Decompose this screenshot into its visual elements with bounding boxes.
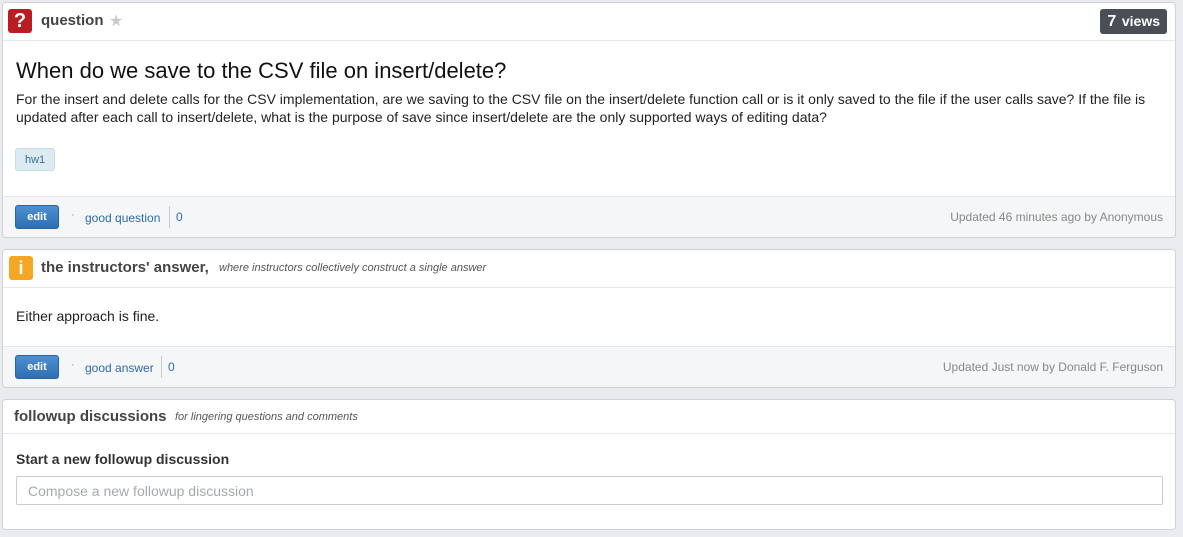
good-answer-count: 0	[161, 356, 175, 378]
question-header-label: question	[41, 12, 104, 29]
answer-subtitle: where instructors collectively construct…	[219, 262, 487, 274]
question-header: ? question ★ 7 views	[3, 3, 1175, 41]
followup-card: followup discussions for lingering quest…	[2, 399, 1176, 530]
followup-subtitle: for lingering questions and comments	[175, 411, 358, 423]
good-question-count: 0	[169, 206, 183, 228]
compose-followup-input[interactable]	[16, 476, 1163, 505]
answer-body: Either approach is fine.	[16, 308, 160, 324]
question-updated-text: Updated 46 minutes ago by Anonymous	[950, 210, 1163, 224]
good-answer-link[interactable]: good answer	[85, 361, 154, 375]
edit-answer-button[interactable]: edit	[15, 355, 59, 379]
answer-footer: edit · good answer 0 Updated Just now by…	[3, 346, 1175, 387]
info-icon: i	[9, 256, 33, 280]
answer-title: the instructors' answer,	[41, 259, 209, 276]
instructors-answer-card: i the instructors' answer, where instruc…	[2, 249, 1176, 388]
start-followup-label: Start a new followup discussion	[16, 451, 230, 467]
followup-title: followup discussions	[14, 408, 167, 425]
question-body: For the insert and delete calls for the …	[16, 91, 1146, 125]
views-count: 7	[1107, 13, 1117, 30]
answer-header: i the instructors' answer, where instruc…	[3, 250, 1175, 288]
edit-question-button[interactable]: edit	[15, 205, 59, 229]
separator-dot: ·	[71, 359, 75, 371]
star-icon[interactable]: ★	[109, 11, 123, 31]
question-title: When do we save to the CSV file on inser…	[16, 58, 507, 83]
views-label: views	[1121, 13, 1160, 29]
answer-updated-text: Updated Just now by Donald F. Ferguson	[942, 360, 1163, 374]
views-badge: 7 views	[1100, 9, 1167, 34]
good-question-link[interactable]: good question	[85, 211, 160, 225]
question-mark-icon: ?	[8, 9, 32, 33]
question-footer: edit · good question 0 Updated 46 minute…	[3, 196, 1175, 237]
tag-hw1[interactable]: hw1	[15, 148, 56, 171]
separator-dot: ·	[71, 209, 75, 221]
followup-header: followup discussions for lingering quest…	[3, 400, 1175, 434]
question-card: ? question ★ 7 views When do we save to …	[2, 2, 1176, 238]
